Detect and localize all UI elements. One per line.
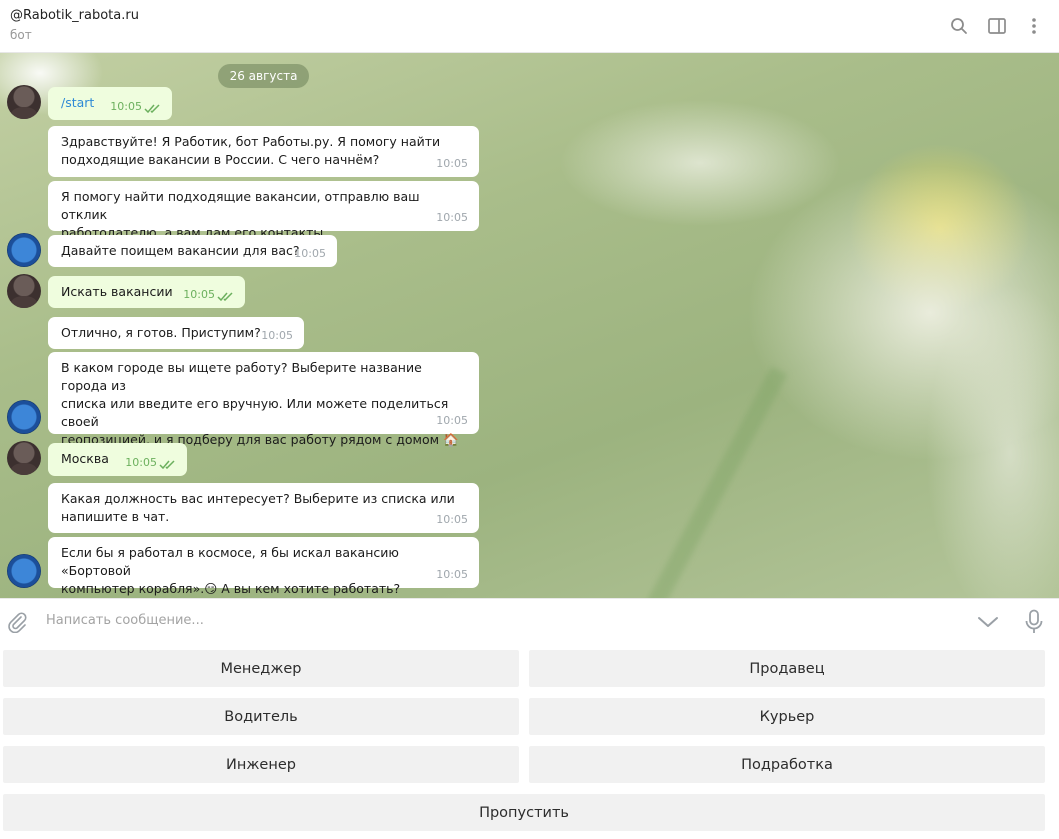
message-text: Москва <box>61 451 109 466</box>
user-avatar[interactable] <box>7 441 41 475</box>
message-incoming: В каком городе вы ищете работу? Выберите… <box>48 352 479 447</box>
message-incoming: Если бы я работал в космосе, я бы искал … <box>48 537 479 596</box>
message-text: Если бы я работал в космосе, я бы искал … <box>61 545 401 596</box>
search-icon[interactable] <box>946 13 972 39</box>
message-time: 10:05 <box>125 456 157 469</box>
background-decoration <box>630 366 788 598</box>
message-incoming: Какая должность вас интересует? Выберите… <box>48 483 479 533</box>
keyboard-button-parttime[interactable]: Подработка <box>529 746 1045 783</box>
message-composer: Написать сообщение... <box>0 598 1059 644</box>
message-time: 10:05 <box>436 414 468 427</box>
message-incoming: Отлично, я готов. Приступим? 10:05 <box>48 317 304 349</box>
message-outgoing: Москва 10:05 <box>48 443 187 476</box>
bot-avatar[interactable] <box>7 400 41 434</box>
message-text: Здравствуйте! Я Работик, бот Работы.ру. … <box>61 134 441 167</box>
user-avatar[interactable] <box>7 85 41 119</box>
message-incoming: Я помогу найти подходящие вакансии, отпр… <box>48 181 479 240</box>
keyboard-button-driver[interactable]: Водитель <box>3 698 519 735</box>
message-time: 10:05 <box>436 157 468 170</box>
message-text: Какая должность вас интересует? Выберите… <box>61 491 455 524</box>
user-avatar[interactable] <box>7 274 41 308</box>
message-time: 10:05 <box>261 329 293 342</box>
bot-avatar[interactable] <box>7 233 41 267</box>
message-incoming: Давайте поищем вакансии для вас? 10:05 <box>48 235 337 267</box>
double-check-icon <box>217 292 233 301</box>
message-input[interactable]: Написать сообщение... <box>46 613 204 628</box>
message-text: Я помогу найти подходящие вакансии, отпр… <box>61 189 420 240</box>
microphone-icon[interactable] <box>1024 609 1044 635</box>
reply-keyboard: Менеджер Продавец Водитель Курьер Инжене… <box>0 644 1059 839</box>
chat-subtitle: бот <box>10 28 32 42</box>
message-outgoing: /start 10:05 <box>48 87 172 120</box>
double-check-icon <box>144 104 160 113</box>
keyboard-button-engineer[interactable]: Инженер <box>3 746 519 783</box>
message-outgoing: Искать вакансии 10:05 <box>48 276 245 308</box>
message-text: Отлично, я готов. Приступим? <box>61 325 261 340</box>
message-text: В каком городе вы ищете работу? Выберите… <box>61 360 459 447</box>
keyboard-button-manager[interactable]: Менеджер <box>3 650 519 687</box>
date-chip: 26 августа <box>218 64 309 88</box>
message-text: Давайте поищем вакансии для вас? <box>61 243 300 258</box>
keyboard-button-skip[interactable]: Пропустить <box>3 794 1045 831</box>
sidebar-toggle-icon[interactable] <box>984 13 1010 39</box>
message-time: 10:05 <box>436 568 468 581</box>
chat-title[interactable]: @Rabotik_rabota.ru <box>10 8 139 23</box>
message-time: 10:05 <box>436 211 468 224</box>
chat-history[interactable]: 26 августа /start 10:05 Здравствуйте! Я … <box>0 53 1059 598</box>
message-time: 10:05 <box>110 100 142 113</box>
message-time: 10:05 <box>436 513 468 526</box>
keyboard-button-seller[interactable]: Продавец <box>529 650 1045 687</box>
keyboard-button-courier[interactable]: Курьер <box>529 698 1045 735</box>
double-check-icon <box>159 460 175 469</box>
message-time: 10:05 <box>294 247 326 260</box>
more-vertical-icon[interactable] <box>1021 13 1047 39</box>
message-incoming: Здравствуйте! Я Работик, бот Работы.ру. … <box>48 126 479 177</box>
bot-avatar[interactable] <box>7 554 41 588</box>
chevron-down-icon[interactable] <box>977 614 999 630</box>
message-time: 10:05 <box>183 288 215 301</box>
chat-header: @Rabotik_rabota.ru бот <box>0 0 1059 53</box>
paperclip-icon[interactable] <box>6 611 28 634</box>
